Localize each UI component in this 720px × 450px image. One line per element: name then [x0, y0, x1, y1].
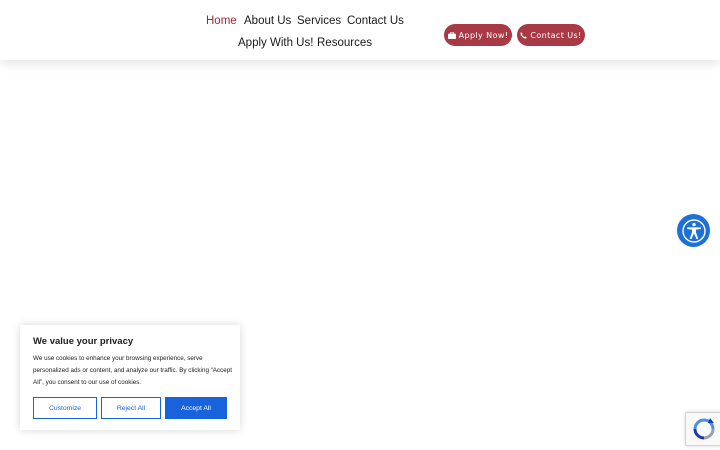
site-header: Home About Us Services Contact Us Apply … — [0, 0, 720, 60]
reject-all-button[interactable]: Reject All — [101, 397, 161, 419]
briefcase-icon — [447, 31, 456, 39]
nav-services[interactable]: Services — [297, 14, 341, 28]
cookie-title: We value your privacy — [33, 336, 134, 347]
accessibility-icon — [681, 218, 706, 243]
phone-icon — [520, 31, 527, 39]
nav-home[interactable]: Home — [206, 14, 237, 28]
customize-button[interactable]: Customize — [33, 397, 97, 419]
nav-resources[interactable]: Resources — [317, 36, 372, 50]
apply-now-button[interactable]: Apply Now! — [444, 24, 512, 46]
cookie-description: We use cookies to enhance your browsing … — [33, 355, 233, 386]
nav-apply-with-us[interactable]: Apply With Us! — [238, 36, 313, 50]
recaptcha-icon — [693, 418, 715, 440]
contact-us-button[interactable]: Contact Us! — [517, 24, 585, 46]
nav-contact-us[interactable]: Contact Us — [347, 14, 404, 28]
cookie-consent-banner: We value your privacy We use cookies to … — [20, 325, 240, 430]
accessibility-button[interactable] — [677, 214, 710, 247]
contact-us-label: Contact Us! — [530, 30, 582, 40]
accept-all-button[interactable]: Accept All — [165, 397, 227, 419]
recaptcha-badge[interactable] — [685, 412, 720, 446]
nav-about-us[interactable]: About Us — [244, 14, 291, 28]
apply-now-label: Apply Now! — [458, 30, 509, 40]
